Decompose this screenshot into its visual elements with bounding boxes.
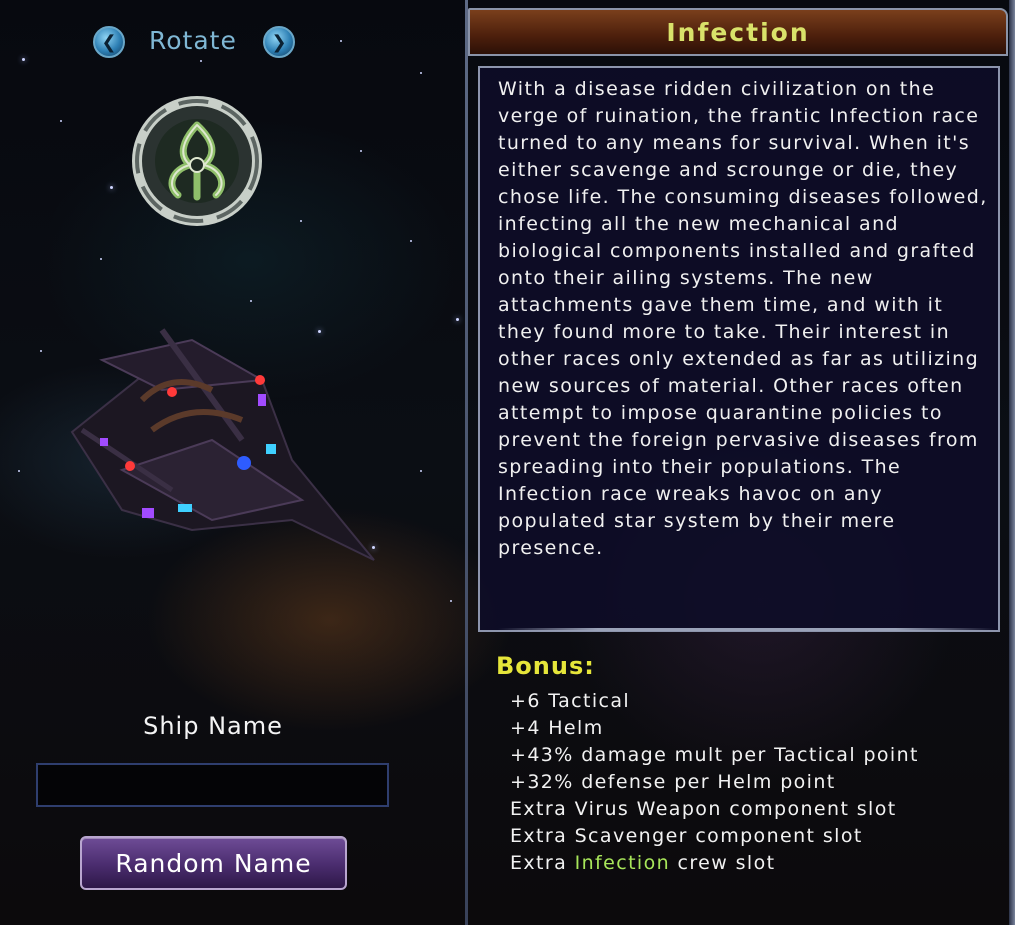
race-description-box: With a disease ridden civilization on th… [478,66,1000,632]
bonus-list: +6 Tactical +4 Helm +43% damage mult per… [510,688,919,877]
random-name-button[interactable]: Random Name [80,836,347,890]
rotate-right-button[interactable]: ❯ [263,26,295,58]
race-description: With a disease ridden civilization on th… [498,78,988,559]
bonus-item: Extra Scavenger component slot [510,825,863,847]
race-title: Infection [666,17,810,47]
bonus-item: +43% damage mult per Tactical point [510,744,919,766]
infection-race-emblem-icon [128,95,266,227]
bonus-title: Bonus: [496,652,595,680]
frame-right-border [1009,0,1015,925]
ship-preview-panel: ❮ Rotate ❯ Ship Name Random Name [0,0,466,925]
race-info-panel: Infection With a disease ridden civiliza… [468,0,1015,925]
ship-model-image[interactable] [62,320,382,590]
bonus-prefix: Extra [510,852,575,874]
bonus-highlight: Infection [574,852,671,874]
rotate-label: Rotate [149,26,237,55]
rotate-controls: ❮ Rotate ❯ [93,24,303,62]
chevron-left-icon: ❮ [101,31,117,53]
ship-name-input[interactable] [36,763,389,807]
bonus-item: Extra Virus Weapon component slot [510,798,897,820]
bonus-item: +6 Tactical [510,690,631,712]
rotate-left-button[interactable]: ❮ [93,26,125,58]
section-separator [498,628,995,631]
bonus-item-crew-slot: Extra Infection crew slot [510,850,919,877]
ship-name-label: Ship Name [143,712,283,740]
bonus-item: +32% defense per Helm point [510,771,836,793]
chevron-right-icon: ❯ [271,31,287,53]
bonus-item: +4 Helm [510,717,604,739]
race-title-bar: Infection [468,8,1008,56]
bonus-suffix: crew slot [670,852,776,874]
